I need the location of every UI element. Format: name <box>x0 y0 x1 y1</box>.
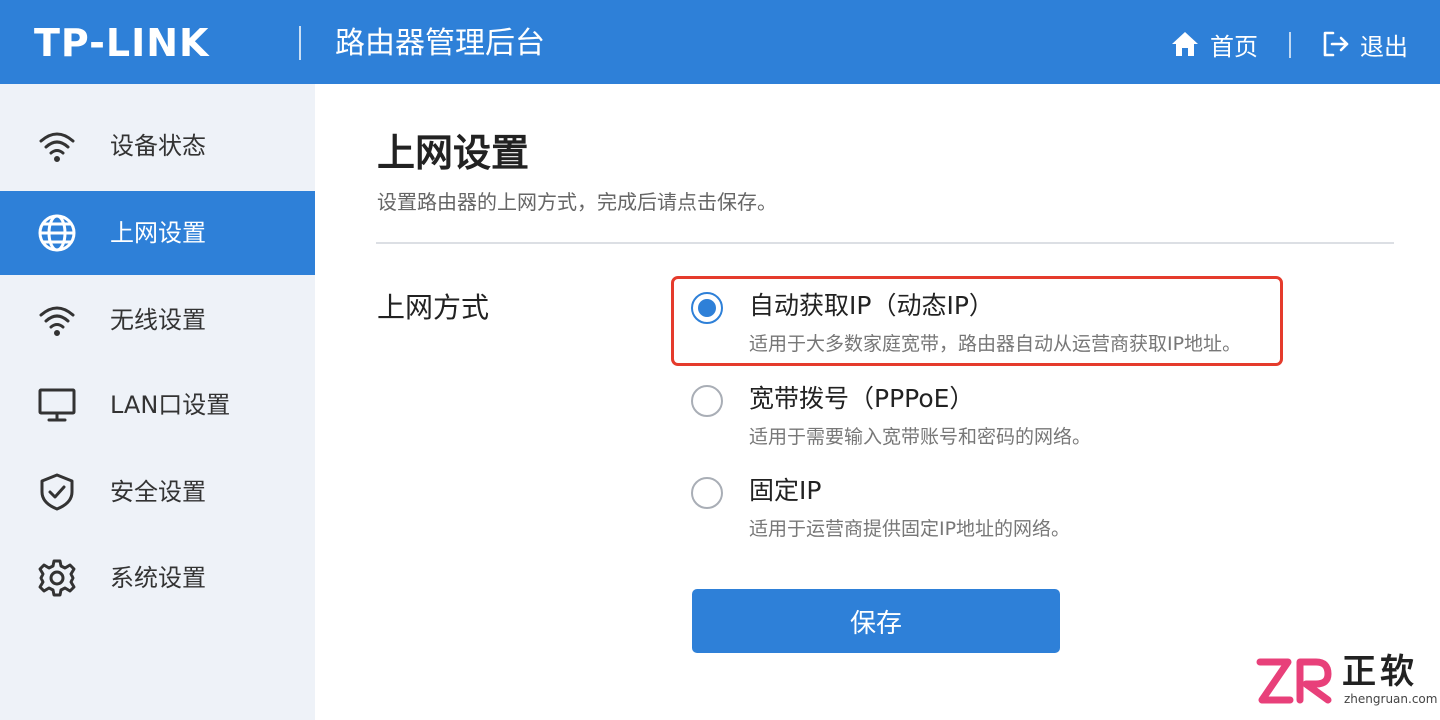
main-content: 上网设置 设置路由器的上网方式，完成后请点击保存。 上网方式 自动获取IP（动态… <box>315 84 1440 720</box>
home-link[interactable]: 首页 <box>1170 26 1258 62</box>
page-description: 设置路由器的上网方式，完成后请点击保存。 <box>377 190 777 214</box>
save-button[interactable]: 保存 <box>692 589 1060 653</box>
watermark-url: zhengruan.com <box>1344 692 1438 706</box>
sidebar-item-wireless-settings[interactable]: 无线设置 <box>0 278 315 362</box>
sidebar-item-label: 安全设置 <box>110 478 206 506</box>
option-description: 适用于运营商提供固定IP地址的网络。 <box>749 518 1071 540</box>
logout-link[interactable]: 退出 <box>1320 26 1408 62</box>
option-description: 适用于大多数家庭宽带，路由器自动从运营商获取IP地址。 <box>749 333 1242 355</box>
radio-dynamic-ip[interactable] <box>691 292 723 324</box>
option-dynamic-ip[interactable]: 自动获取IP（动态IP） 适用于大多数家庭宽带，路由器自动从运营商获取IP地址。 <box>685 286 1285 366</box>
sidebar-item-internet-settings[interactable]: 上网设置 <box>0 191 315 275</box>
header-link-divider <box>1289 32 1291 58</box>
section-divider <box>376 242 1394 244</box>
header-divider <box>299 26 301 60</box>
watermark-logo-icon <box>1254 654 1334 712</box>
option-pppoe[interactable]: 宽带拨号（PPPoE） 适用于需要输入宽带账号和密码的网络。 <box>685 379 1285 459</box>
globe-icon <box>36 212 78 254</box>
sidebar-item-label: LAN口设置 <box>110 391 231 419</box>
option-static-ip[interactable]: 固定IP 适用于运营商提供固定IP地址的网络。 <box>685 471 1285 551</box>
watermark-text: 正软 <box>1342 652 1418 692</box>
app-title: 路由器管理后台 <box>335 26 545 61</box>
logout-label: 退出 <box>1360 32 1408 61</box>
wifi-icon <box>36 299 78 341</box>
radio-static-ip[interactable] <box>691 477 723 509</box>
monitor-icon <box>36 384 78 426</box>
watermark: 正软 zhengruan.com <box>1254 652 1438 712</box>
sidebar-item-security-settings[interactable]: 安全设置 <box>0 450 315 534</box>
sidebar-item-label: 上网设置 <box>110 219 206 247</box>
sidebar-item-system-settings[interactable]: 系统设置 <box>0 536 315 620</box>
connection-type-label: 上网方式 <box>377 291 490 324</box>
shield-check-icon <box>36 471 78 513</box>
sidebar-item-label: 无线设置 <box>110 306 206 334</box>
option-title: 宽带拨号（PPPoE） <box>749 384 975 413</box>
home-icon <box>1170 29 1200 59</box>
option-description: 适用于需要输入宽带账号和密码的网络。 <box>749 426 1092 448</box>
option-title: 固定IP <box>749 476 822 505</box>
sidebar: 设备状态 上网设置 无线设置 LAN口设置 安全设置 系统设置 <box>0 84 315 720</box>
home-label: 首页 <box>1210 32 1258 61</box>
sidebar-item-label: 系统设置 <box>110 564 206 592</box>
radio-pppoe[interactable] <box>691 385 723 417</box>
wifi-icon <box>36 125 78 167</box>
top-header: TP-LINK 路由器管理后台 首页 退出 <box>0 0 1440 84</box>
gear-icon <box>36 557 78 599</box>
logout-icon <box>1320 29 1350 59</box>
page-title: 上网设置 <box>377 131 530 175</box>
brand-logo: TP-LINK <box>34 21 210 65</box>
option-title: 自动获取IP（动态IP） <box>749 291 994 320</box>
sidebar-item-device-status[interactable]: 设备状态 <box>0 104 315 188</box>
sidebar-item-label: 设备状态 <box>110 132 206 160</box>
sidebar-item-lan-settings[interactable]: LAN口设置 <box>0 363 315 447</box>
